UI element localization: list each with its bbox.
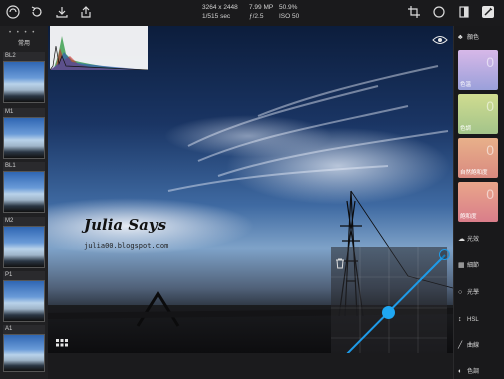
- undo-icon[interactable]: [30, 5, 44, 19]
- preset-m1[interactable]: M1: [3, 108, 45, 159]
- tool-tone-label: 色調: [467, 369, 480, 375]
- saturation-slider-card[interactable]: 0 飽和度: [458, 182, 498, 222]
- preset-a1[interactable]: A1: [3, 325, 45, 372]
- tool-light[interactable]: ☁ 光效: [458, 234, 504, 246]
- preset-label: M2: [3, 217, 45, 226]
- histogram: [49, 26, 149, 71]
- preset-label: BL2: [3, 52, 45, 61]
- tool-detail[interactable]: ▦ 細節: [458, 260, 504, 272]
- color-section-label: 顏色: [467, 35, 480, 41]
- preset-thumbnail[interactable]: [3, 226, 45, 268]
- saturation-label: 飽和度: [460, 214, 477, 220]
- circle-icon[interactable]: [432, 5, 446, 19]
- compare-icon[interactable]: [457, 5, 471, 19]
- preset-label: M1: [3, 108, 45, 117]
- tool-tone[interactable]: ◐ 色調: [458, 366, 504, 378]
- tool-detail-label: 細節: [467, 263, 480, 269]
- preset-thumbnail[interactable]: [3, 61, 45, 103]
- watermark-url: julia00.blogspot.com: [84, 242, 169, 250]
- curves-editor[interactable]: [331, 247, 450, 353]
- aperture: ƒ/2.5: [249, 13, 264, 20]
- color-section-header[interactable]: ♣ 顏色: [458, 32, 504, 44]
- photo-canvas[interactable]: Julia Says julia00.blogspot.com: [48, 26, 453, 353]
- image-info-mid: 7.99 MP ƒ/2.5: [249, 3, 273, 21]
- preset-thumbnail[interactable]: [3, 334, 45, 372]
- preset-label: A1: [3, 325, 45, 334]
- palette-icon: ♣: [458, 34, 463, 41]
- temperature-value: 0: [486, 54, 494, 70]
- watermark-title: Julia Says: [84, 216, 167, 234]
- shutter-speed: 1/515 sec: [202, 13, 231, 20]
- tool-optics[interactable]: ○ 光學: [458, 287, 504, 299]
- filmstrip-title: 常用: [17, 41, 30, 47]
- cloud-icon: ☁: [458, 236, 465, 243]
- bottom-bar: [48, 353, 453, 379]
- top-toolbar: 3264 x 2448 1/515 sec 7.99 MP ƒ/2.5 50.9…: [0, 0, 504, 26]
- hsl-icon: ↕: [458, 316, 462, 323]
- preset-m2[interactable]: M2: [3, 217, 45, 268]
- preset-filmstrip: • • • • 常用 BL2 M1 BL1 M2 P1 A1: [0, 26, 48, 379]
- preset-thumbnail[interactable]: [3, 117, 45, 159]
- preset-thumbnail[interactable]: [3, 280, 45, 322]
- vibrance-label: 自然飽和度: [460, 170, 488, 176]
- temperature-slider-card[interactable]: 0 色溫: [458, 50, 498, 90]
- tool-hsl-label: HSL: [467, 317, 479, 323]
- trash-icon[interactable]: [335, 256, 345, 269]
- tint-label: 色調: [460, 126, 472, 132]
- temperature-label: 色溫: [460, 82, 472, 88]
- detail-icon: ▦: [458, 262, 465, 269]
- tool-hsl[interactable]: ↕ HSL: [458, 314, 504, 326]
- curves-grid[interactable]: [331, 247, 447, 353]
- tint-value: 0: [486, 98, 494, 114]
- tool-optics-label: 光學: [467, 290, 480, 296]
- preset-bl1[interactable]: BL1: [3, 162, 45, 213]
- share-icon[interactable]: [79, 5, 93, 19]
- grid-view-icon[interactable]: [56, 334, 68, 347]
- image-resolution: 3264 x 2448: [202, 4, 238, 11]
- preset-label: BL1: [3, 162, 45, 171]
- crop-icon[interactable]: [407, 5, 421, 19]
- curves-icon: ╱: [458, 342, 463, 349]
- zoom-level: 50.9%: [279, 4, 298, 11]
- vibrance-value: 0: [486, 142, 494, 158]
- tone-icon: ◐: [458, 368, 463, 375]
- tool-curves[interactable]: ╱ 曲線: [458, 340, 504, 352]
- preset-thumbnail[interactable]: [3, 171, 45, 213]
- optics-icon: ○: [458, 289, 463, 296]
- saturation-value: 0: [486, 186, 494, 202]
- curve-end-handle[interactable]: [439, 249, 450, 260]
- vibrance-slider-card[interactable]: 0 自然飽和度: [458, 138, 498, 178]
- tool-light-label: 光效: [467, 237, 480, 243]
- preset-label: P1: [3, 271, 45, 280]
- image-info-left: 3264 x 2448 1/515 sec: [202, 3, 238, 21]
- megapixels: 7.99 MP: [249, 4, 274, 11]
- enhance-icon[interactable]: [481, 5, 495, 19]
- import-icon[interactable]: [55, 5, 69, 19]
- preset-bl2[interactable]: BL2: [3, 52, 45, 103]
- iso-value: ISO 50: [279, 13, 300, 20]
- curve-mid-handle[interactable]: [382, 306, 395, 319]
- histogram-graph: [49, 36, 149, 71]
- tool-curves-label: 曲線: [467, 343, 480, 349]
- preset-p1[interactable]: P1: [3, 271, 45, 322]
- image-info-right: 50.9% ISO 50: [279, 3, 299, 21]
- eye-icon[interactable]: [432, 32, 448, 44]
- adjustments-panel: ♣ 顏色 0 色溫 0 色調 0 自然飽和度 0 飽和度 ☁ 光效 ▦ 細節 ○ 光學 …: [453, 26, 504, 379]
- tint-slider-card[interactable]: 0 色調: [458, 94, 498, 134]
- filmstrip-dots: • • • •: [9, 30, 37, 36]
- app-logo-icon[interactable]: [6, 5, 20, 19]
